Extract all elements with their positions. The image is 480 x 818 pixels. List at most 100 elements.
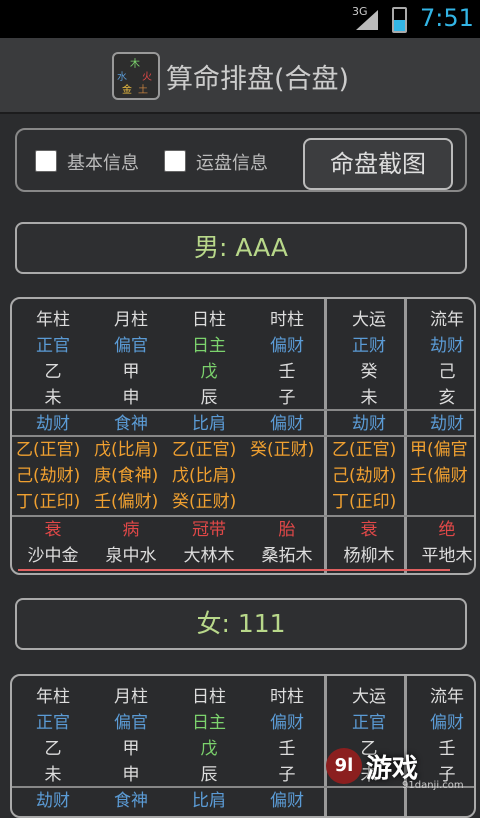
god-top-cell-0: 正官	[36, 713, 70, 733]
god-top-cell-4: 正财	[352, 336, 386, 356]
god-bottom-cell-2: 比肩	[192, 414, 226, 434]
basic-info-checkbox[interactable]	[35, 150, 57, 172]
header-cell-5: 流年	[430, 687, 464, 707]
app-title: 算命排盘(合盘)	[166, 64, 350, 95]
hidden-stem-cell-4-1: 己(劫财)	[332, 466, 397, 486]
chart-underline	[18, 569, 450, 571]
god-top-cell-2: 日主	[192, 713, 226, 733]
header-cell-1: 月柱	[114, 687, 148, 707]
header-cell-3: 时柱	[270, 310, 304, 330]
hidden-stem-cell-1-2: 壬(偏财)	[94, 492, 159, 512]
god-top-cell-2: 日主	[192, 336, 226, 356]
phase-cell-0: 衰	[44, 520, 62, 540]
nayin-cell-0: 沙中金	[27, 546, 79, 566]
hidden-stem-cell-3-0: 癸(正财)	[250, 440, 315, 460]
app-logo-icon: 木 水 火 金 土	[112, 52, 160, 100]
nayin-cell-1: 泉中水	[105, 546, 157, 566]
phase-cell-1: 病	[122, 520, 140, 540]
battery-icon	[392, 7, 407, 33]
god-top-cell-1: 偏官	[114, 713, 148, 733]
god-bottom-cell-4: 劫财	[352, 414, 386, 434]
header-cell-4: 大运	[352, 687, 386, 707]
god-bottom-cell-0: 劫财	[36, 791, 70, 811]
nayin-cell-2: 大林木	[183, 546, 235, 566]
branch-cell-3: 子	[278, 388, 296, 408]
god-top-cell-5: 偏财	[430, 713, 464, 733]
branch-cell-4: 未	[360, 388, 378, 408]
basic-info-label[interactable]: 基本信息	[67, 149, 139, 175]
hidden-stem-cell-4-0: 乙(正官)	[332, 440, 397, 460]
stem-cell-0: 乙	[44, 739, 62, 759]
stem-cell-1: 甲	[122, 362, 140, 382]
branch-cell-2: 辰	[200, 388, 218, 408]
stem-cell-2: 戊	[200, 362, 218, 382]
hidden-stem-cell-0-0: 乙(正官)	[16, 440, 81, 460]
branch-cell-0: 未	[44, 765, 62, 785]
hidden-stem-cell-0-2: 丁(正印)	[16, 492, 81, 512]
hidden-stem-cell-0-1: 己(劫财)	[16, 466, 81, 486]
luck-info-label[interactable]: 运盘信息	[196, 149, 268, 175]
hidden-stem-cell-5-0: 甲(偏官	[410, 440, 468, 460]
god-bottom-cell-3: 偏财	[270, 791, 304, 811]
god-bottom-cell-1: 食神	[114, 414, 148, 434]
stem-cell-4: 癸	[360, 362, 378, 382]
male-chart: 年柱 月柱 日柱 时柱 大运 流年 正官 偏官 日主 偏财 正财 劫财乙甲戊壬癸己未申辰子未亥劫财 食神…	[10, 297, 476, 575]
signal-icon	[356, 10, 378, 30]
god-bottom-cell-0: 劫财	[36, 414, 70, 434]
hidden-stem-cell-1-1: 庚(食神)	[94, 466, 159, 486]
god-top-cell-3: 偏财	[270, 713, 304, 733]
branch-cell-3: 子	[278, 765, 296, 785]
god-bottom-cell-3: 偏财	[270, 414, 304, 434]
hidden-stem-cell-1-0: 戊(比肩)	[94, 440, 159, 460]
male-name-label: 男: AAA	[15, 222, 467, 274]
god-top-cell-3: 偏财	[270, 336, 304, 356]
god-bottom-cell-5: 劫财	[430, 414, 464, 434]
branch-cell-5: 亥	[438, 388, 456, 408]
status-bar: 3G 7:51	[0, 0, 480, 38]
stem-cell-2: 戊	[200, 739, 218, 759]
watermark-url: 91danji.com	[402, 780, 464, 791]
header-cell-0: 年柱	[36, 687, 70, 707]
options-panel: 基本信息 运盘信息 命盘截图	[15, 128, 467, 192]
branch-cell-1: 申	[122, 388, 140, 408]
god-top-cell-0: 正官	[36, 336, 70, 356]
watermark-logo-icon: 9l	[326, 748, 362, 784]
header-cell-1: 月柱	[114, 310, 148, 330]
header-cell-4: 大运	[352, 310, 386, 330]
luck-info-checkbox[interactable]	[164, 150, 186, 172]
hidden-stem-cell-2-1: 戊(比肩)	[172, 466, 237, 486]
title-bar: 木 水 火 金 土 算命排盘(合盘)	[0, 38, 480, 114]
god-top-cell-5: 劫财	[430, 336, 464, 356]
nayin-cell-5: 平地木	[421, 546, 473, 566]
nayin-cell-3: 桑拓木	[261, 546, 313, 566]
female-name-label: 女: 111	[15, 598, 467, 650]
phase-cell-2: 冠带	[192, 520, 226, 540]
stem-cell-3: 壬	[278, 739, 296, 759]
watermark: 9l 游戏 91danji.com	[320, 740, 480, 800]
header-cell-2: 日柱	[192, 310, 226, 330]
hidden-stem-cell-2-2: 癸(正财)	[172, 492, 237, 512]
screenshot-button[interactable]: 命盘截图	[303, 138, 453, 190]
header-cell-2: 日柱	[192, 687, 226, 707]
branch-cell-1: 申	[122, 765, 140, 785]
stem-cell-5: 己	[438, 362, 456, 382]
hidden-stem-cell-2-0: 乙(正官)	[172, 440, 237, 460]
phase-cell-3: 胎	[278, 520, 296, 540]
branch-cell-2: 辰	[200, 765, 218, 785]
god-top-cell-1: 偏官	[114, 336, 148, 356]
hidden-stem-cell-4-2: 丁(正印)	[332, 492, 397, 512]
branch-cell-0: 未	[44, 388, 62, 408]
header-cell-3: 时柱	[270, 687, 304, 707]
phase-cell-4: 衰	[360, 520, 378, 540]
header-cell-5: 流年	[430, 310, 464, 330]
nayin-cell-4: 杨柳木	[343, 546, 395, 566]
stem-cell-3: 壬	[278, 362, 296, 382]
god-bottom-cell-2: 比肩	[192, 791, 226, 811]
clock: 7:51	[420, 4, 474, 32]
god-bottom-cell-1: 食神	[114, 791, 148, 811]
stem-cell-1: 甲	[122, 739, 140, 759]
hidden-stem-cell-5-1: 壬(偏财	[410, 466, 468, 486]
phase-cell-5: 绝	[438, 520, 456, 540]
header-cell-0: 年柱	[36, 310, 70, 330]
god-top-cell-4: 正官	[352, 713, 386, 733]
